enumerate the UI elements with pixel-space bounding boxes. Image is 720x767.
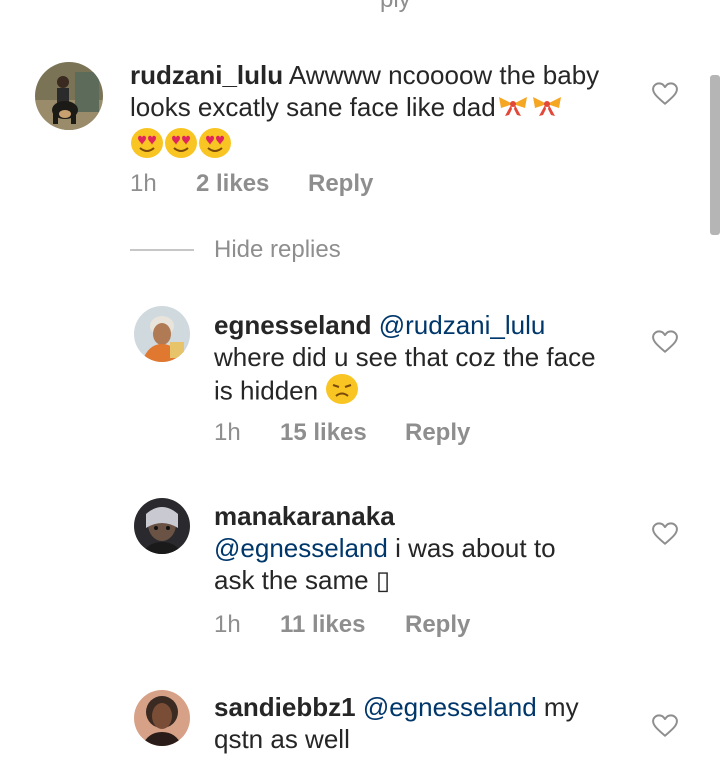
reply-button[interactable]: Reply (405, 419, 470, 447)
comment-message-line: qstn as well (214, 724, 350, 754)
sad-face-emoji (325, 373, 359, 412)
comment-text: rudzani_lulu Awwww ncoooow the baby look… (130, 59, 650, 166)
comment-message-line: where did u see that coz the face (214, 342, 596, 372)
timestamp: 1h (130, 170, 157, 197)
comment-message-line: is hidden (214, 375, 319, 406)
scrollbar-thumb[interactable] (710, 75, 720, 235)
ribbon-emoji (496, 93, 530, 125)
likes-count[interactable]: 15 likes (280, 419, 405, 447)
comment-message-line: ask the same (214, 565, 369, 595)
missing-glyph: ▯ (375, 565, 391, 595)
heart-outline-icon[interactable] (652, 330, 678, 354)
heart-eyes-emoji (164, 127, 198, 166)
likes-count[interactable]: 11 likes (280, 611, 405, 639)
heart-eyes-emoji (198, 127, 232, 166)
hide-replies-label[interactable]: Hide replies (214, 236, 341, 264)
mention-link[interactable]: @rudzani_lulu (379, 310, 546, 340)
avatar[interactable] (134, 306, 190, 362)
reply-button[interactable]: Reply (405, 611, 470, 639)
comment-text: sandiebbz1 @egnesseland my qstn as well (214, 691, 654, 755)
comment-message: i was about to (395, 533, 556, 563)
username[interactable]: rudzani_lulu (130, 60, 283, 90)
mention-link[interactable]: @egnesseland (214, 533, 388, 563)
heart-outline-icon[interactable] (652, 82, 678, 106)
avatar[interactable] (134, 498, 190, 554)
comment-meta: 1h 15 likes Reply (214, 419, 470, 447)
heart-outline-icon[interactable] (652, 714, 678, 738)
divider-line (130, 249, 194, 251)
username[interactable]: sandiebbz1 (214, 692, 356, 722)
mention-link[interactable]: @egnesseland (363, 692, 537, 722)
comment-meta: 1h 11 likes Reply (214, 611, 470, 639)
timestamp: 1h (214, 419, 241, 446)
comment-text: manakaranaka @egnesseland i was about to… (214, 500, 654, 596)
username[interactable]: egnesseland (214, 310, 372, 340)
avatar[interactable] (35, 62, 103, 130)
previous-reply-label-partial: ply (380, 0, 411, 14)
comment-text: egnesseland @rudzani_lulu where did u se… (214, 309, 654, 412)
comment-message: my (543, 692, 579, 722)
timestamp: 1h (214, 611, 241, 638)
reply-button[interactable]: Reply (308, 170, 373, 198)
avatar[interactable] (134, 690, 190, 746)
hide-replies-toggle[interactable]: Hide replies (130, 236, 341, 264)
username[interactable]: manakaranaka (214, 501, 395, 531)
comment-meta: 1h 2 likes Reply (130, 170, 373, 198)
heart-eyes-emoji (130, 127, 164, 166)
ribbon-emoji (530, 93, 564, 125)
heart-outline-icon[interactable] (652, 522, 678, 546)
likes-count[interactable]: 2 likes (196, 170, 308, 198)
